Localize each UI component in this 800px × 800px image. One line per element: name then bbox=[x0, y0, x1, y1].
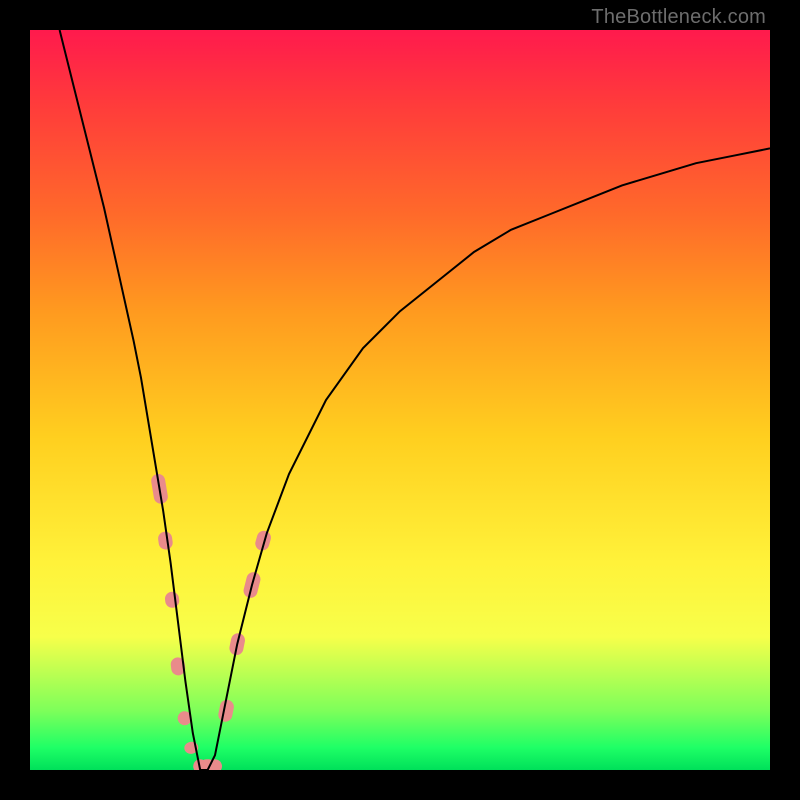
bottleneck-chart: TheBottleneck.com bbox=[0, 0, 800, 800]
marker-dot bbox=[157, 531, 173, 551]
bottleneck-curve bbox=[60, 30, 770, 770]
marker-dot bbox=[164, 591, 180, 609]
plot-background bbox=[30, 30, 770, 770]
marker-group bbox=[150, 473, 272, 770]
plot-svg bbox=[30, 30, 770, 770]
watermark-text: TheBottleneck.com bbox=[591, 6, 766, 29]
